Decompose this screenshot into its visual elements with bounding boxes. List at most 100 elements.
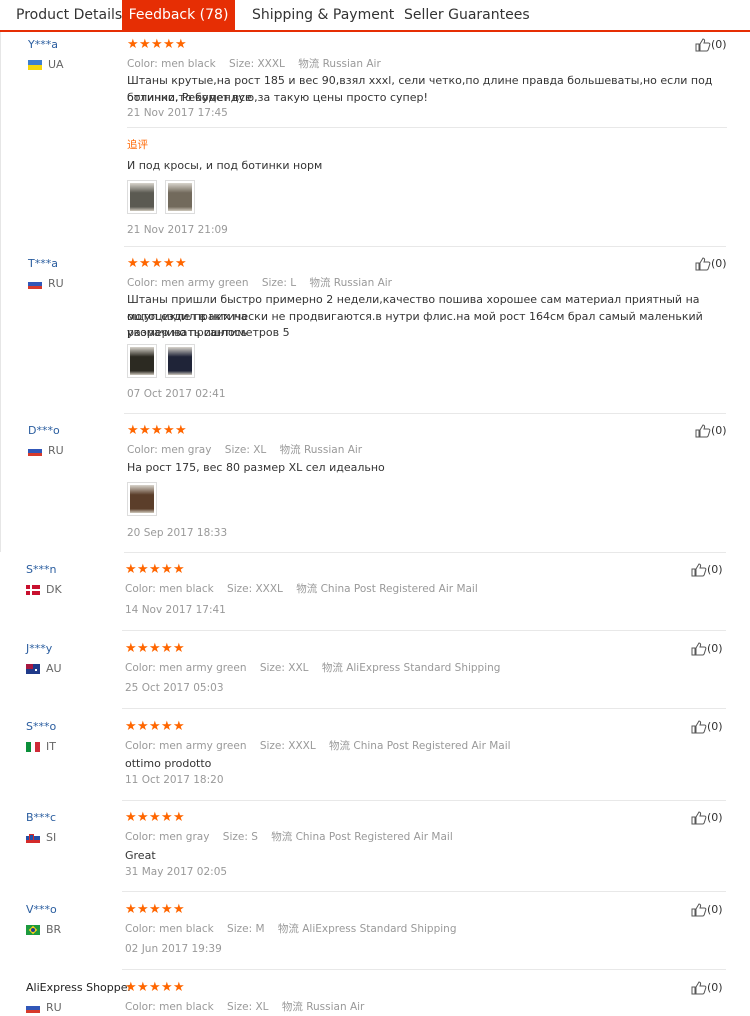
shipping-label: 物流 [309,277,331,289]
helpful-button[interactable]: (0) [695,424,727,438]
review-text: ottimo prodotto [125,757,212,770]
helpful-button[interactable]: (0) [691,811,723,825]
star-icon: ★ [161,719,173,734]
color-label: Color: [125,583,156,595]
star-icon: ★ [163,423,175,438]
shipping-label: 物流 [321,662,343,674]
review-photo-thumbnail[interactable] [165,180,195,214]
size-value: XXXL [254,58,299,70]
star-icon: ★ [173,719,185,734]
size-value: M [252,923,278,935]
star-icon: ★ [173,641,185,656]
reviewer-country: RU [46,1001,62,1014]
feedback-divider [122,969,726,970]
color-value: men black [155,923,228,935]
star-icon: ★ [137,980,149,995]
shipping-value: Russian Air [319,58,381,70]
star-rating: ★ ★ ★ ★ ★ [125,641,185,656]
thumbs-up-icon [691,811,707,825]
star-icon: ★ [161,980,173,995]
star-icon: ★ [173,902,185,917]
size-label: Size: [229,58,255,70]
star-icon: ★ [173,562,185,577]
color-label: Color: [125,923,156,935]
review-date: 07 Oct 2017 02:41 [127,388,226,400]
size-value: XL [252,1001,282,1013]
helpful-button[interactable]: (0) [691,642,723,656]
helpful-button[interactable]: (0) [695,257,727,271]
star-rating: ★ ★ ★ ★ ★ [127,37,187,52]
star-icon: ★ [127,37,139,52]
feedback-divider [124,246,726,247]
star-icon: ★ [137,810,149,825]
shipping-value: Russian Air [300,444,363,456]
reviewer-country: AU [46,662,62,675]
tab-seller-guarantees[interactable]: Seller Guarantees [404,0,530,30]
review-photo-thumbnail[interactable] [127,180,157,214]
star-icon: ★ [175,37,187,52]
shipping-label: 物流 [271,831,293,843]
size-value: S [247,831,272,843]
country-flag-icon [28,446,42,456]
tab-shipping-payment[interactable]: Shipping & Payment [252,0,394,30]
reviewer-name: B***c [26,811,57,824]
star-icon: ★ [125,980,137,995]
helpful-button[interactable]: (0) [691,903,723,917]
star-icon: ★ [137,562,149,577]
helpful-button[interactable]: (0) [691,563,723,577]
followup-divider [127,127,727,128]
feedback-divider [122,630,726,631]
star-rating: ★ ★ ★ ★ ★ [125,562,185,577]
color-label: Color: [125,740,156,752]
tab-feedback[interactable]: Feedback (78) [122,0,235,30]
reviewer-country: DK [46,583,62,596]
star-icon: ★ [163,256,175,271]
review-photo [168,347,192,375]
star-icon: ★ [149,980,161,995]
star-icon: ★ [173,980,185,995]
star-icon: ★ [137,719,149,734]
size-value: L [286,277,310,289]
shipping-label: 物流 [277,923,299,935]
size-label: Size: [224,444,250,456]
review-text: На рост 175, вес 80 размер XL сел идеаль… [127,461,385,474]
star-icon: ★ [149,719,161,734]
star-rating: ★ ★ ★ ★ ★ [127,256,187,271]
star-icon: ★ [149,641,161,656]
color-label: Color: [125,1001,156,1013]
review-photo-thumbnail[interactable] [127,482,157,516]
reviewer-country: BR [46,923,62,936]
star-icon: ★ [151,423,163,438]
thumbs-up-icon [691,642,707,656]
reviewer-country: RU [48,277,64,290]
star-icon: ★ [139,256,151,271]
product-tabs: Product Details Feedback (78) Shipping &… [0,0,750,32]
helpful-button[interactable]: (0) [695,38,727,52]
review-photo-thumbnail[interactable] [165,344,195,378]
shipping-value: China Post Registered Air Mail [350,740,511,752]
helpful-button[interactable]: (0) [691,981,723,995]
thumbs-up-icon [695,38,711,52]
helpful-count: (0) [707,903,723,916]
country-flag-icon [26,925,40,935]
size-value: XXXL [284,740,330,752]
review-photo-thumbnail[interactable] [127,344,157,378]
helpful-button[interactable]: (0) [691,720,723,734]
feedback-divider [124,552,726,553]
review-photo [168,183,192,211]
feedback-panel-border [0,32,1,552]
color-label: Color: [127,58,158,70]
shipping-value: AliExpress Standard Shipping [298,923,457,935]
tab-product-details[interactable]: Product Details [16,0,122,30]
shipping-label: 物流 [296,583,318,595]
thumbs-up-icon [691,981,707,995]
reviewer-country: SI [46,831,57,844]
star-icon: ★ [161,810,173,825]
color-label: Color: [127,277,158,289]
star-icon: ★ [163,37,175,52]
color-value: men army green [155,662,260,674]
star-icon: ★ [175,256,187,271]
size-label: Size: [222,831,248,843]
thumbs-up-icon [695,257,711,271]
star-icon: ★ [137,902,149,917]
